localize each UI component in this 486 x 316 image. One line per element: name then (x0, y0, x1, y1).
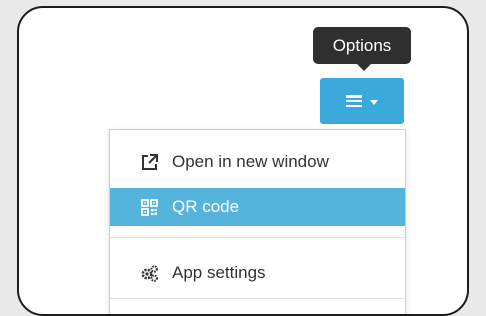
tooltip-arrow (357, 64, 371, 71)
caret-down-icon (370, 99, 378, 105)
gears-icon (138, 262, 160, 284)
hamburger-icon (346, 95, 362, 107)
options-menu-button[interactable] (320, 78, 404, 124)
menu-item-open-new-window[interactable]: Open in new window (110, 143, 405, 181)
app-frame: Options Open in new window QR code App s… (17, 6, 469, 316)
menu-item-label: App settings (172, 263, 266, 282)
menu-divider (110, 298, 405, 299)
menu-item-app-settings[interactable]: App settings (110, 254, 405, 292)
menu-item-label: QR code (172, 197, 240, 216)
options-tooltip: Options (313, 27, 411, 64)
menu-item-qr-code[interactable]: QR code (110, 188, 405, 226)
menu-divider (110, 237, 405, 238)
options-dropdown-menu: Open in new window QR code App settings (109, 129, 406, 314)
external-link-icon (138, 151, 160, 173)
qr-code-icon (138, 196, 160, 218)
menu-item-label: Open in new window (172, 152, 329, 171)
